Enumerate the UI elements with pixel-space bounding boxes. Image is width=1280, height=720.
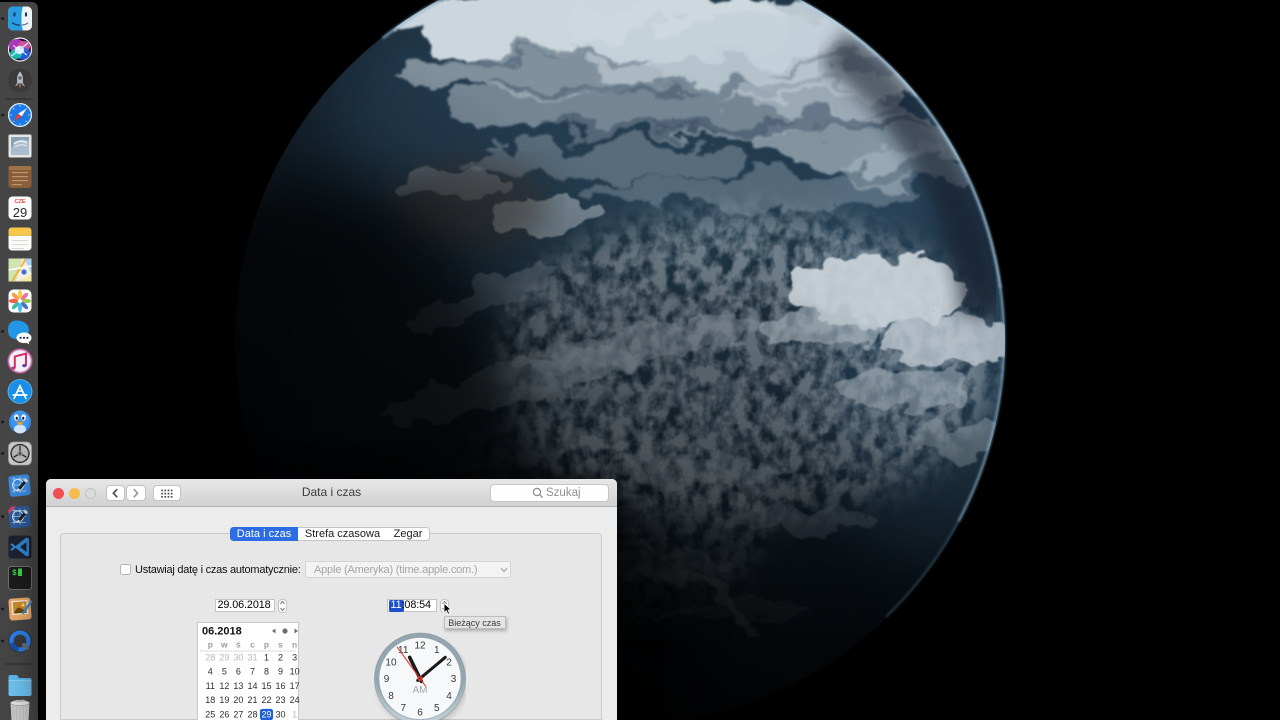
svg-text:c: c [250,639,255,649]
svg-text:25: 25 [205,709,215,719]
svg-text:21: 21 [247,695,257,705]
svg-text:22: 22 [261,695,271,705]
svg-text:p: p [208,639,213,649]
svg-text:12: 12 [219,680,229,690]
svg-text:s: s [278,639,283,649]
svg-text:14: 14 [247,680,257,690]
svg-text:29: 29 [219,652,229,662]
svg-text:06.2018: 06.2018 [202,625,242,637]
svg-text:29: 29 [261,709,271,719]
svg-text:4: 4 [208,666,213,676]
svg-text:6: 6 [236,666,241,676]
svg-text:CZE: CZE [15,199,26,205]
svg-text:8: 8 [264,666,269,676]
svg-text:12: 12 [414,641,426,652]
svg-text:18: 18 [205,695,215,705]
svg-text:7: 7 [400,703,406,714]
svg-text:13: 13 [233,680,243,690]
svg-text:16: 16 [276,680,286,690]
svg-text:n: n [292,639,297,649]
svg-text:30: 30 [276,709,286,719]
svg-text:17: 17 [290,680,300,690]
svg-text:5: 5 [434,703,440,714]
svg-text:28: 28 [205,652,215,662]
svg-text:2: 2 [446,657,452,668]
svg-text:AM: AM [413,685,428,696]
svg-text:9: 9 [278,666,283,676]
svg-text:8: 8 [388,691,394,702]
svg-text:10: 10 [290,666,300,676]
svg-text:29: 29 [13,205,27,220]
svg-text:28: 28 [247,709,257,719]
svg-text:11: 11 [206,680,215,690]
svg-text:2: 2 [278,652,283,662]
svg-text:1: 1 [434,645,440,656]
svg-text:4: 4 [446,691,452,702]
svg-text:3: 3 [451,674,457,685]
svg-text:23: 23 [276,695,286,705]
svg-text:26: 26 [219,709,229,719]
svg-text:1: 1 [264,652,269,662]
svg-text:p: p [264,639,269,649]
svg-text:30: 30 [233,652,243,662]
svg-text:w: w [220,639,228,649]
svg-text:ś: ś [236,639,241,649]
svg-text:6: 6 [417,708,423,719]
svg-text:$: $ [12,569,17,578]
svg-text:19: 19 [219,695,229,705]
svg-text:27: 27 [233,709,243,719]
svg-text:10: 10 [385,657,397,668]
svg-text:31: 31 [247,652,257,662]
svg-text:9: 9 [384,674,390,685]
svg-text:7: 7 [250,666,255,676]
svg-text:3: 3 [292,652,297,662]
svg-text:5: 5 [222,666,227,676]
svg-text:15: 15 [261,680,271,690]
svg-text:24: 24 [290,695,300,705]
svg-text:20: 20 [233,695,243,705]
svg-text:1: 1 [292,709,297,719]
